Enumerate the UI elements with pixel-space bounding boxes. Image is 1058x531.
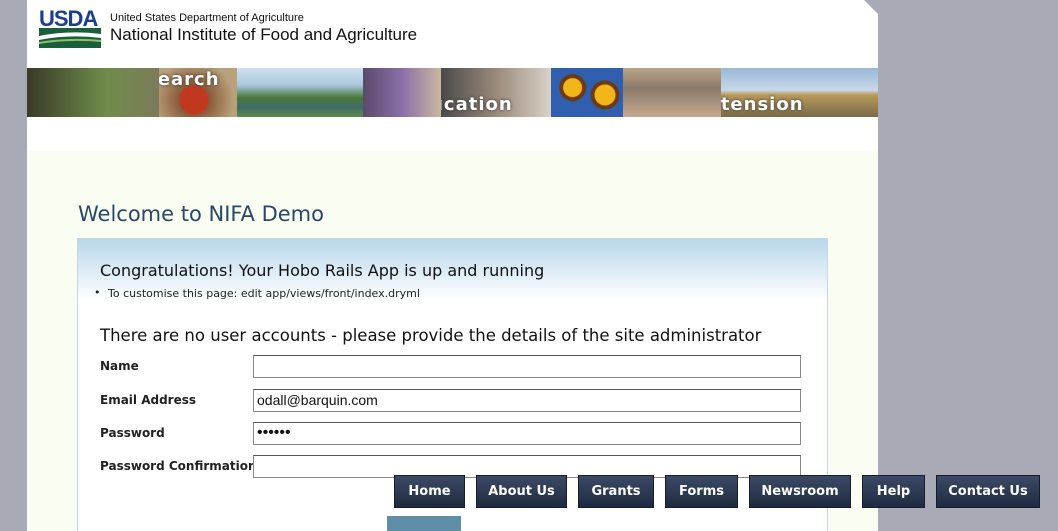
signup-button[interactable]: [387, 516, 461, 531]
banner-photo-lake: [237, 68, 363, 117]
usda-logo-icon[interactable]: [39, 28, 101, 48]
no-accounts-heading: There are no user accounts - please prov…: [100, 326, 762, 345]
nav-newsroom[interactable]: Newsroom: [749, 475, 851, 508]
department-name: United States Department of Agriculture: [110, 12, 304, 24]
password-confirmation-label: Password Confirmation: [100, 459, 257, 473]
email-label: Email Address: [100, 393, 197, 407]
site-header: USDA United States Department of Agricul…: [27, 0, 878, 68]
nav-contact-us[interactable]: Contact Us: [936, 475, 1040, 508]
banner-photo-research-people: [27, 68, 159, 117]
password-field[interactable]: ••••••: [253, 422, 801, 445]
nav-about-us[interactable]: About Us: [476, 475, 567, 508]
banner-photo-classroom: education: [441, 68, 551, 117]
banner-word-research: research: [159, 69, 220, 90]
page-title: Welcome to NIFA Demo: [78, 202, 324, 226]
page-corner: [864, 0, 878, 14]
name-label: Name: [100, 359, 139, 373]
nav-grants[interactable]: Grants: [578, 475, 654, 508]
banner-photo-farmers: extension: [721, 68, 878, 117]
institute-name: National Institute of Food and Agricultu…: [110, 25, 418, 44]
nav-home[interactable]: Home: [394, 475, 465, 508]
banner-photo-family: [623, 68, 721, 117]
customise-hint: To customise this page: edit app/views/f…: [94, 286, 420, 300]
congrats-heading: Congratulations! Your Hobo Rails App is …: [100, 261, 545, 280]
banner-photo-student: [363, 68, 441, 117]
name-field[interactable]: [253, 355, 801, 378]
nav-help[interactable]: Help: [862, 475, 925, 508]
banner-word-education: education: [441, 94, 513, 115]
page-container: USDA United States Department of Agricul…: [27, 0, 878, 531]
email-field[interactable]: odall@barquin.com: [253, 389, 801, 412]
password-label: Password: [100, 426, 165, 440]
banner-word-extension: extension: [721, 94, 804, 115]
nav-forms[interactable]: Forms: [665, 475, 738, 508]
header-banner: research education extension: [27, 68, 878, 117]
banner-photo-apples: research: [159, 68, 237, 117]
banner-photo-sunflowers: [551, 68, 623, 117]
